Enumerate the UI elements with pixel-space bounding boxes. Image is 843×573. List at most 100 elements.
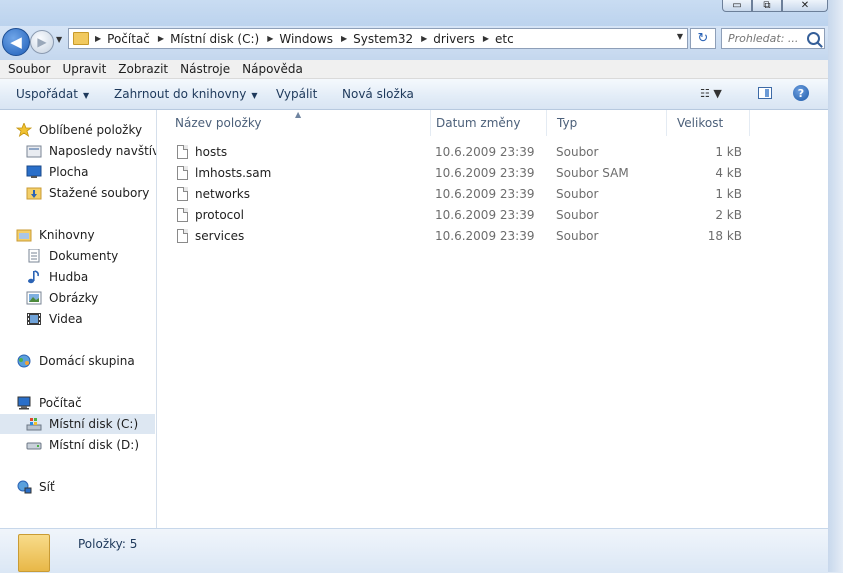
file-icon: [177, 144, 188, 159]
menu-view[interactable]: Zobrazit: [112, 62, 174, 76]
sidebar-item-videos[interactable]: Videa: [26, 309, 83, 329]
star-icon: [15, 121, 33, 137]
back-button[interactable]: ◀: [2, 28, 30, 56]
column-header-size[interactable]: Velikost: [667, 110, 750, 136]
chevron-right-icon[interactable]: ▶: [95, 34, 101, 43]
navigation-bar: ◀ ▶ ▼ ▶ Počítač ▶ Místní disk (C:) ▶ Win…: [0, 26, 843, 60]
sidebar-item-local-disk-c[interactable]: Místní disk (C:): [0, 414, 155, 434]
file-name: lmhosts.sam: [195, 165, 272, 180]
file-size-cell: 2 kB: [715, 207, 742, 222]
address-bar[interactable]: ▶ Počítač ▶ Místní disk (C:) ▶ Windows ▶…: [68, 28, 688, 49]
window-edge: [828, 0, 843, 572]
sidebar-item-recent-places[interactable]: Naposledy navštívené: [26, 141, 156, 161]
organize-button[interactable]: Uspořádat ▼: [16, 87, 89, 101]
sidebar-item-label: Dokumenty: [49, 249, 119, 263]
chevron-right-icon[interactable]: ▶: [421, 34, 427, 43]
views-menu-button[interactable]: ☷ ▼: [700, 87, 722, 100]
sidebar-item-documents[interactable]: Dokumenty: [26, 246, 118, 266]
breadcrumb-etc[interactable]: etc: [495, 32, 514, 46]
chevron-right-icon[interactable]: ▶: [267, 34, 273, 43]
chevron-down-icon: ▼: [251, 91, 258, 100]
file-type-cell: Soubor: [556, 144, 599, 159]
search-box[interactable]: [721, 28, 825, 49]
history-dropdown-button[interactable]: ▼: [56, 35, 62, 44]
file-row[interactable]: hosts 10.6.2009 23:39 Soubor 1 kB: [157, 141, 828, 162]
column-header-label: Název položky: [175, 116, 262, 130]
file-row[interactable]: services 10.6.2009 23:39 Soubor 18 kB: [157, 225, 828, 246]
sidebar-item-label: Plocha: [49, 165, 89, 179]
organize-label: Uspořádat: [16, 87, 78, 101]
file-row[interactable]: protocol 10.6.2009 23:39 Soubor 2 kB: [157, 204, 828, 225]
file-type-cell: Soubor: [556, 186, 599, 201]
file-icon: [177, 207, 188, 222]
column-header-label: Typ: [557, 116, 578, 130]
breadcrumb-windows[interactable]: Windows: [279, 32, 333, 46]
address-dropdown-icon[interactable]: ▼: [677, 32, 683, 41]
close-button[interactable]: ✕: [782, 0, 828, 12]
sidebar-item-music[interactable]: Hudba: [26, 267, 88, 287]
chevron-right-icon[interactable]: ▶: [483, 34, 489, 43]
documents-icon: [26, 248, 42, 263]
file-icon: [177, 186, 188, 201]
sidebar-item-pictures[interactable]: Obrázky: [26, 288, 98, 308]
burn-button[interactable]: Vypálit: [276, 87, 317, 101]
breadcrumb-drivers[interactable]: drivers: [433, 32, 475, 46]
sidebar-item-label: Naposledy navštívené: [49, 144, 156, 158]
column-header-date[interactable]: Datum změny: [426, 110, 547, 136]
file-row[interactable]: networks 10.6.2009 23:39 Soubor 1 kB: [157, 183, 828, 204]
search-input[interactable]: [728, 32, 802, 45]
new-folder-button[interactable]: Nová složka: [342, 87, 414, 101]
menu-help[interactable]: Nápověda: [236, 62, 309, 76]
file-type-cell: Soubor SAM: [556, 165, 629, 180]
file-icon: [177, 165, 188, 180]
sidebar-item-label: Hudba: [49, 270, 89, 284]
minimize-button[interactable]: ▭: [722, 0, 752, 12]
file-row[interactable]: lmhosts.sam 10.6.2009 23:39 Soubor SAM 4…: [157, 162, 828, 183]
file-date-cell: 10.6.2009 23:39: [435, 144, 535, 159]
file-size-cell: 1 kB: [715, 144, 742, 159]
sidebar-group-label: Knihovny: [39, 228, 95, 242]
maximize-button[interactable]: ⧉: [752, 0, 782, 12]
computer-icon: [16, 396, 32, 410]
forward-button[interactable]: ▶: [30, 30, 54, 54]
title-bar: ▭ ⧉ ✕: [0, 0, 843, 26]
file-name-cell: lmhosts.sam: [177, 162, 271, 183]
breadcrumb-system32[interactable]: System32: [353, 32, 413, 46]
desktop-icon: [26, 165, 42, 179]
menu-tools[interactable]: Nástroje: [174, 62, 236, 76]
menu-edit[interactable]: Upravit: [56, 62, 112, 76]
file-icon: [177, 228, 188, 243]
help-button[interactable]: ?: [793, 85, 809, 101]
include-in-library-button[interactable]: Zahrnout do knihovny ▼: [114, 87, 258, 101]
sidebar-group-homegroup[interactable]: Domácí skupina: [16, 351, 135, 371]
system-drive-icon: [26, 417, 42, 431]
search-icon[interactable]: [807, 32, 820, 45]
column-header-type[interactable]: Typ: [547, 110, 667, 136]
sidebar-group-label: Počítač: [39, 396, 82, 410]
file-name-cell: networks: [177, 183, 250, 204]
sidebar-item-local-disk-d[interactable]: Místní disk (D:): [26, 435, 139, 455]
homegroup-icon: [16, 354, 32, 368]
breadcrumb-computer[interactable]: Počítač: [107, 32, 150, 46]
refresh-button[interactable]: ↻: [690, 28, 716, 49]
command-bar: Uspořádat ▼ Zahrnout do knihovny ▼ Vypálit…: [0, 79, 828, 110]
preview-pane-button[interactable]: [758, 87, 772, 99]
folder-icon: [18, 534, 50, 572]
chevron-right-icon[interactable]: ▶: [341, 34, 347, 43]
sidebar-item-desktop[interactable]: Plocha: [26, 162, 88, 182]
videos-icon: [26, 312, 42, 326]
file-date-cell: 10.6.2009 23:39: [435, 165, 535, 180]
file-type-cell: Soubor: [556, 228, 599, 243]
file-name: networks: [195, 186, 250, 201]
sidebar-group-label: Síť: [39, 480, 55, 494]
chevron-right-icon[interactable]: ▶: [158, 34, 164, 43]
file-size-cell: 4 kB: [715, 165, 742, 180]
sidebar-group-computer[interactable]: Počítač: [16, 393, 82, 413]
menu-file[interactable]: Soubor: [2, 62, 56, 76]
sidebar-group-libraries[interactable]: Knihovny: [16, 225, 95, 245]
sidebar-group-network[interactable]: Síť: [16, 477, 55, 497]
sidebar-item-downloads[interactable]: Stažené soubory: [26, 183, 149, 203]
sidebar-group-favorites[interactable]: Oblíbené položky: [15, 120, 142, 140]
breadcrumb-local-disk-c[interactable]: Místní disk (C:): [170, 32, 259, 46]
file-name: hosts: [195, 144, 228, 159]
